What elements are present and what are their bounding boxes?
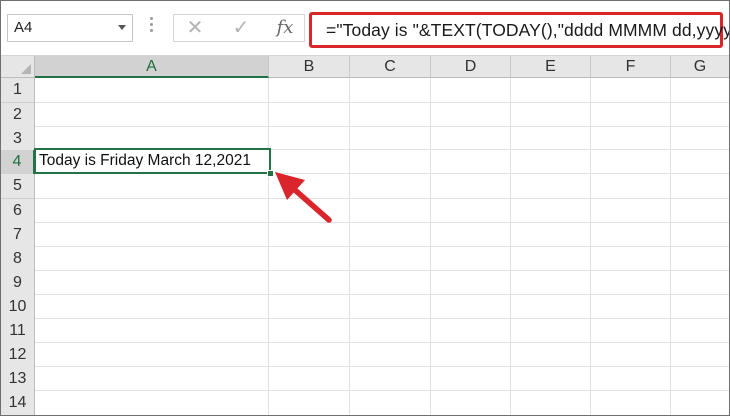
row-header-12[interactable]: 12: [1, 343, 35, 368]
row-header-8[interactable]: 8: [1, 247, 35, 272]
grid-line: [35, 198, 729, 199]
row-header-1[interactable]: 1: [1, 78, 35, 103]
grid-line: [590, 78, 591, 415]
column-header-c[interactable]: C: [350, 56, 431, 78]
formula-input[interactable]: ="Today is "&TEXT(TODAY(),"dddd MMMM dd,…: [309, 12, 729, 48]
grid-line: [35, 366, 729, 367]
row-header-10[interactable]: 10: [1, 295, 35, 320]
chevron-down-icon[interactable]: [118, 25, 126, 30]
grid-line: [268, 78, 269, 415]
select-all-button[interactable]: [1, 56, 35, 78]
column-header-d[interactable]: D: [431, 56, 511, 78]
formula-text: ="Today is "&TEXT(TODAY(),"dddd MMMM dd,…: [326, 20, 730, 40]
row-header-14[interactable]: 14: [1, 391, 35, 415]
name-box-value: A4: [14, 19, 33, 36]
select-all-icon: [21, 64, 31, 74]
grid-line: [35, 102, 729, 103]
row-header-9[interactable]: 9: [1, 271, 35, 296]
cancel-x-icon[interactable]: ✕: [180, 15, 210, 41]
column-header-f[interactable]: F: [591, 56, 671, 78]
drag-handle-icon[interactable]: [150, 17, 153, 37]
row-header-11[interactable]: 11: [1, 319, 35, 344]
excel-window: A4 ✕ ✓ fx ="Today is "&TEXT(TODAY(),"ddd…: [0, 0, 730, 416]
active-cell-a4[interactable]: Today is Friday March 12,2021: [34, 148, 271, 174]
formula-buttons: ✕ ✓ fx: [173, 14, 305, 42]
row-header-13[interactable]: 13: [1, 367, 35, 392]
grid-line: [430, 78, 431, 415]
insert-function-icon[interactable]: fx: [270, 15, 300, 41]
row-header-2[interactable]: 2: [1, 103, 35, 128]
grid-line: [349, 78, 350, 415]
column-header-g[interactable]: G: [671, 56, 729, 78]
formula-bar-area: A4 ✕ ✓ fx ="Today is "&TEXT(TODAY(),"ddd…: [1, 1, 729, 55]
grid-line: [35, 318, 729, 319]
annotation-arrow-icon: [275, 172, 332, 223]
row-header-4[interactable]: 4: [1, 150, 35, 175]
grid-line: [510, 78, 511, 415]
row-header-5[interactable]: 5: [1, 174, 35, 199]
row-header-7[interactable]: 7: [1, 223, 35, 248]
grid-line: [35, 126, 729, 127]
grid-line: [35, 342, 729, 343]
grid-line: [35, 246, 729, 247]
row-header-6[interactable]: 6: [1, 199, 35, 224]
grid-line: [670, 78, 671, 415]
name-box[interactable]: A4: [7, 14, 133, 42]
grid-line: [35, 270, 729, 271]
grid-line: [35, 390, 729, 391]
grid-line: [35, 222, 729, 223]
column-header-a[interactable]: A: [35, 56, 269, 78]
column-header-b[interactable]: B: [269, 56, 350, 78]
column-header-e[interactable]: E: [511, 56, 591, 78]
grid-line: [35, 294, 729, 295]
row-header-3[interactable]: 3: [1, 127, 35, 152]
checkmark-icon[interactable]: ✓: [226, 15, 256, 41]
cell-value: Today is Friday March 12,2021: [39, 152, 251, 169]
